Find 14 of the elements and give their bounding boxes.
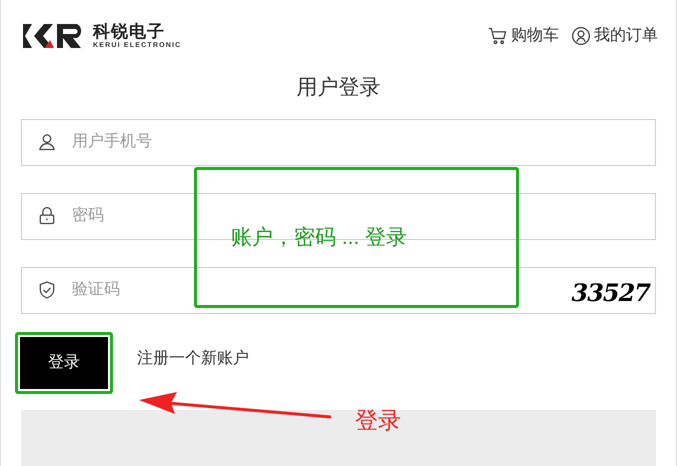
register-link[interactable]: 注册一个新账户 (137, 346, 249, 370)
shield-icon (37, 280, 57, 300)
cart-link[interactable]: 购物车 (488, 24, 559, 48)
cart-icon (488, 26, 508, 46)
brand-name: 科锐电子 (93, 23, 166, 40)
lock-icon (37, 206, 57, 226)
orders-link[interactable]: 我的订单 (571, 24, 658, 48)
captcha-image[interactable]: 33527 (572, 274, 650, 310)
person-icon (37, 132, 57, 152)
user-icon (571, 26, 591, 46)
page-title: 用户登录 (296, 75, 380, 101)
annotation-label: 登录 (355, 406, 401, 435)
login-button[interactable]: 登录 (20, 336, 108, 388)
input-field[interactable]: 用户手机号 (21, 118, 656, 166)
